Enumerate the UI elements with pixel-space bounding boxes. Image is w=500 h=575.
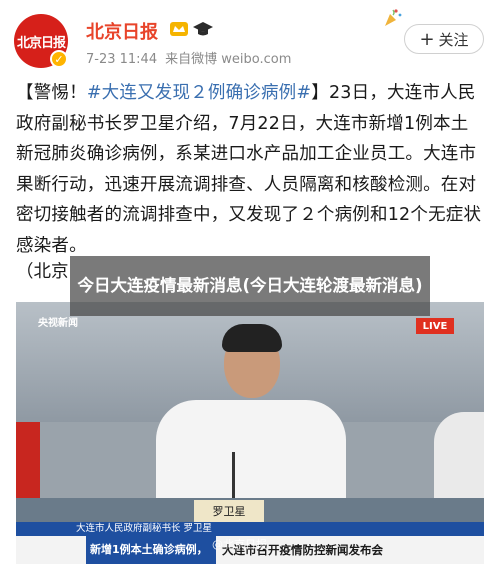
party-popper-icon xyxy=(385,9,402,26)
account-name[interactable]: 北京日报 xyxy=(86,18,158,44)
article-title-overlay: 今日大连疫情最新消息(今日大连轮渡最新消息) xyxy=(70,256,430,316)
plus-icon: + xyxy=(419,28,435,50)
graduation-cap-icon xyxy=(193,22,213,36)
watermark: @北京日报 xyxy=(212,538,267,551)
caption-strip-text: 大连市人民政府副秘书长 罗卫星 xyxy=(76,523,213,534)
post-prefix: 【警惕！ xyxy=(16,83,87,103)
post-time: 7-23 11:44 xyxy=(86,52,158,67)
microphone-icon xyxy=(232,452,235,502)
post-text: 【警惕！#大连又发现２例确诊病例#】23日，大连市人民政府副秘书长罗卫星介绍，7… xyxy=(16,78,486,261)
follow-button[interactable]: + 关注 xyxy=(404,24,484,54)
video-player[interactable]: 罗卫星 央视新闻 LIVE 大连市人民政府副秘书长 罗卫星 新增1例本土确诊病例… xyxy=(16,302,484,564)
news-logo-text: 央视新闻 xyxy=(38,318,78,329)
caption-bar-left: 新增1例本土确诊病例， xyxy=(86,536,216,564)
post-source[interactable]: 来自微博 weibo.com xyxy=(165,52,291,67)
post-meta: 7-23 11:44 来自微博 weibo.com xyxy=(86,48,291,67)
cctv-news-logo: 央视新闻 xyxy=(38,318,88,340)
post-header: 北京日报 ✓ 北京日报 7-23 11:44 来自微博 weibo.com + 关… xyxy=(0,0,500,78)
verified-badge-icon: ✓ xyxy=(50,50,68,68)
caption-strip: 大连市人民政府副秘书长 罗卫星 xyxy=(16,522,484,536)
article-title: 今日大连疫情最新消息(今日大连轮渡最新消息) xyxy=(77,276,423,295)
follow-label: 关注 xyxy=(438,30,469,49)
crown-badge-icon xyxy=(170,22,188,36)
speaker-hair xyxy=(222,324,282,352)
hashtag-link[interactable]: #大连又发现２例确诊病例# xyxy=(87,83,311,103)
avatar-logo-text: 北京日报 xyxy=(16,35,66,51)
post-body: 】23日，大连市人民政府副秘书长罗卫星介绍，7月22日，大连市新增1例本土新冠肺… xyxy=(16,83,482,256)
speaker-nameplate: 罗卫星 xyxy=(194,500,264,522)
post-truncated-line: （北京 xyxy=(16,262,69,282)
live-badge: LIVE xyxy=(416,318,454,334)
